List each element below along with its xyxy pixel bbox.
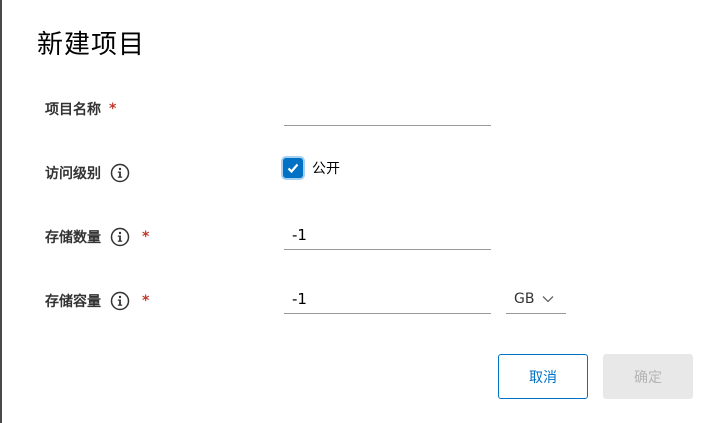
storage-count-input[interactable]: -1 [284,220,491,250]
project-name-label: 项目名称 [45,102,101,118]
info-icon[interactable] [110,163,130,183]
check-icon [287,163,299,174]
cancel-button[interactable]: 取消 [498,354,588,399]
project-name-label-row: 项目名称 * [45,97,116,121]
required-mark: * [142,229,150,245]
storage-count-label-row: 存储数量 * [45,225,149,249]
required-mark: * [109,101,117,117]
storage-capacity-input[interactable]: -1 [284,284,491,314]
required-mark: * [142,293,150,309]
capacity-unit-value: GB [514,290,535,307]
info-icon[interactable] [110,291,130,311]
public-checkbox-label[interactable]: 公开 [312,158,340,178]
access-level-label-row: 访问级别 [45,161,130,185]
chevron-down-icon [542,295,554,302]
info-icon[interactable] [110,227,130,247]
storage-count-label: 存储数量 [45,230,101,246]
storage-capacity-label-row: 存储容量 * [45,289,149,313]
project-name-input[interactable] [284,96,491,126]
public-checkbox[interactable] [283,158,303,178]
confirm-button[interactable]: 确定 [603,354,693,399]
access-level-label: 访问级别 [45,166,101,182]
public-checkbox-group[interactable]: 公开 [283,158,340,178]
dialog-title: 新建项目 [37,30,146,60]
capacity-unit-select[interactable]: GB [506,284,566,314]
dialog-frame: 新建项目 项目名称 * 访问级别 公开 存储数量 * -1 存储容量 * -1 [0,0,717,423]
storage-capacity-label: 存储容量 [45,294,101,310]
